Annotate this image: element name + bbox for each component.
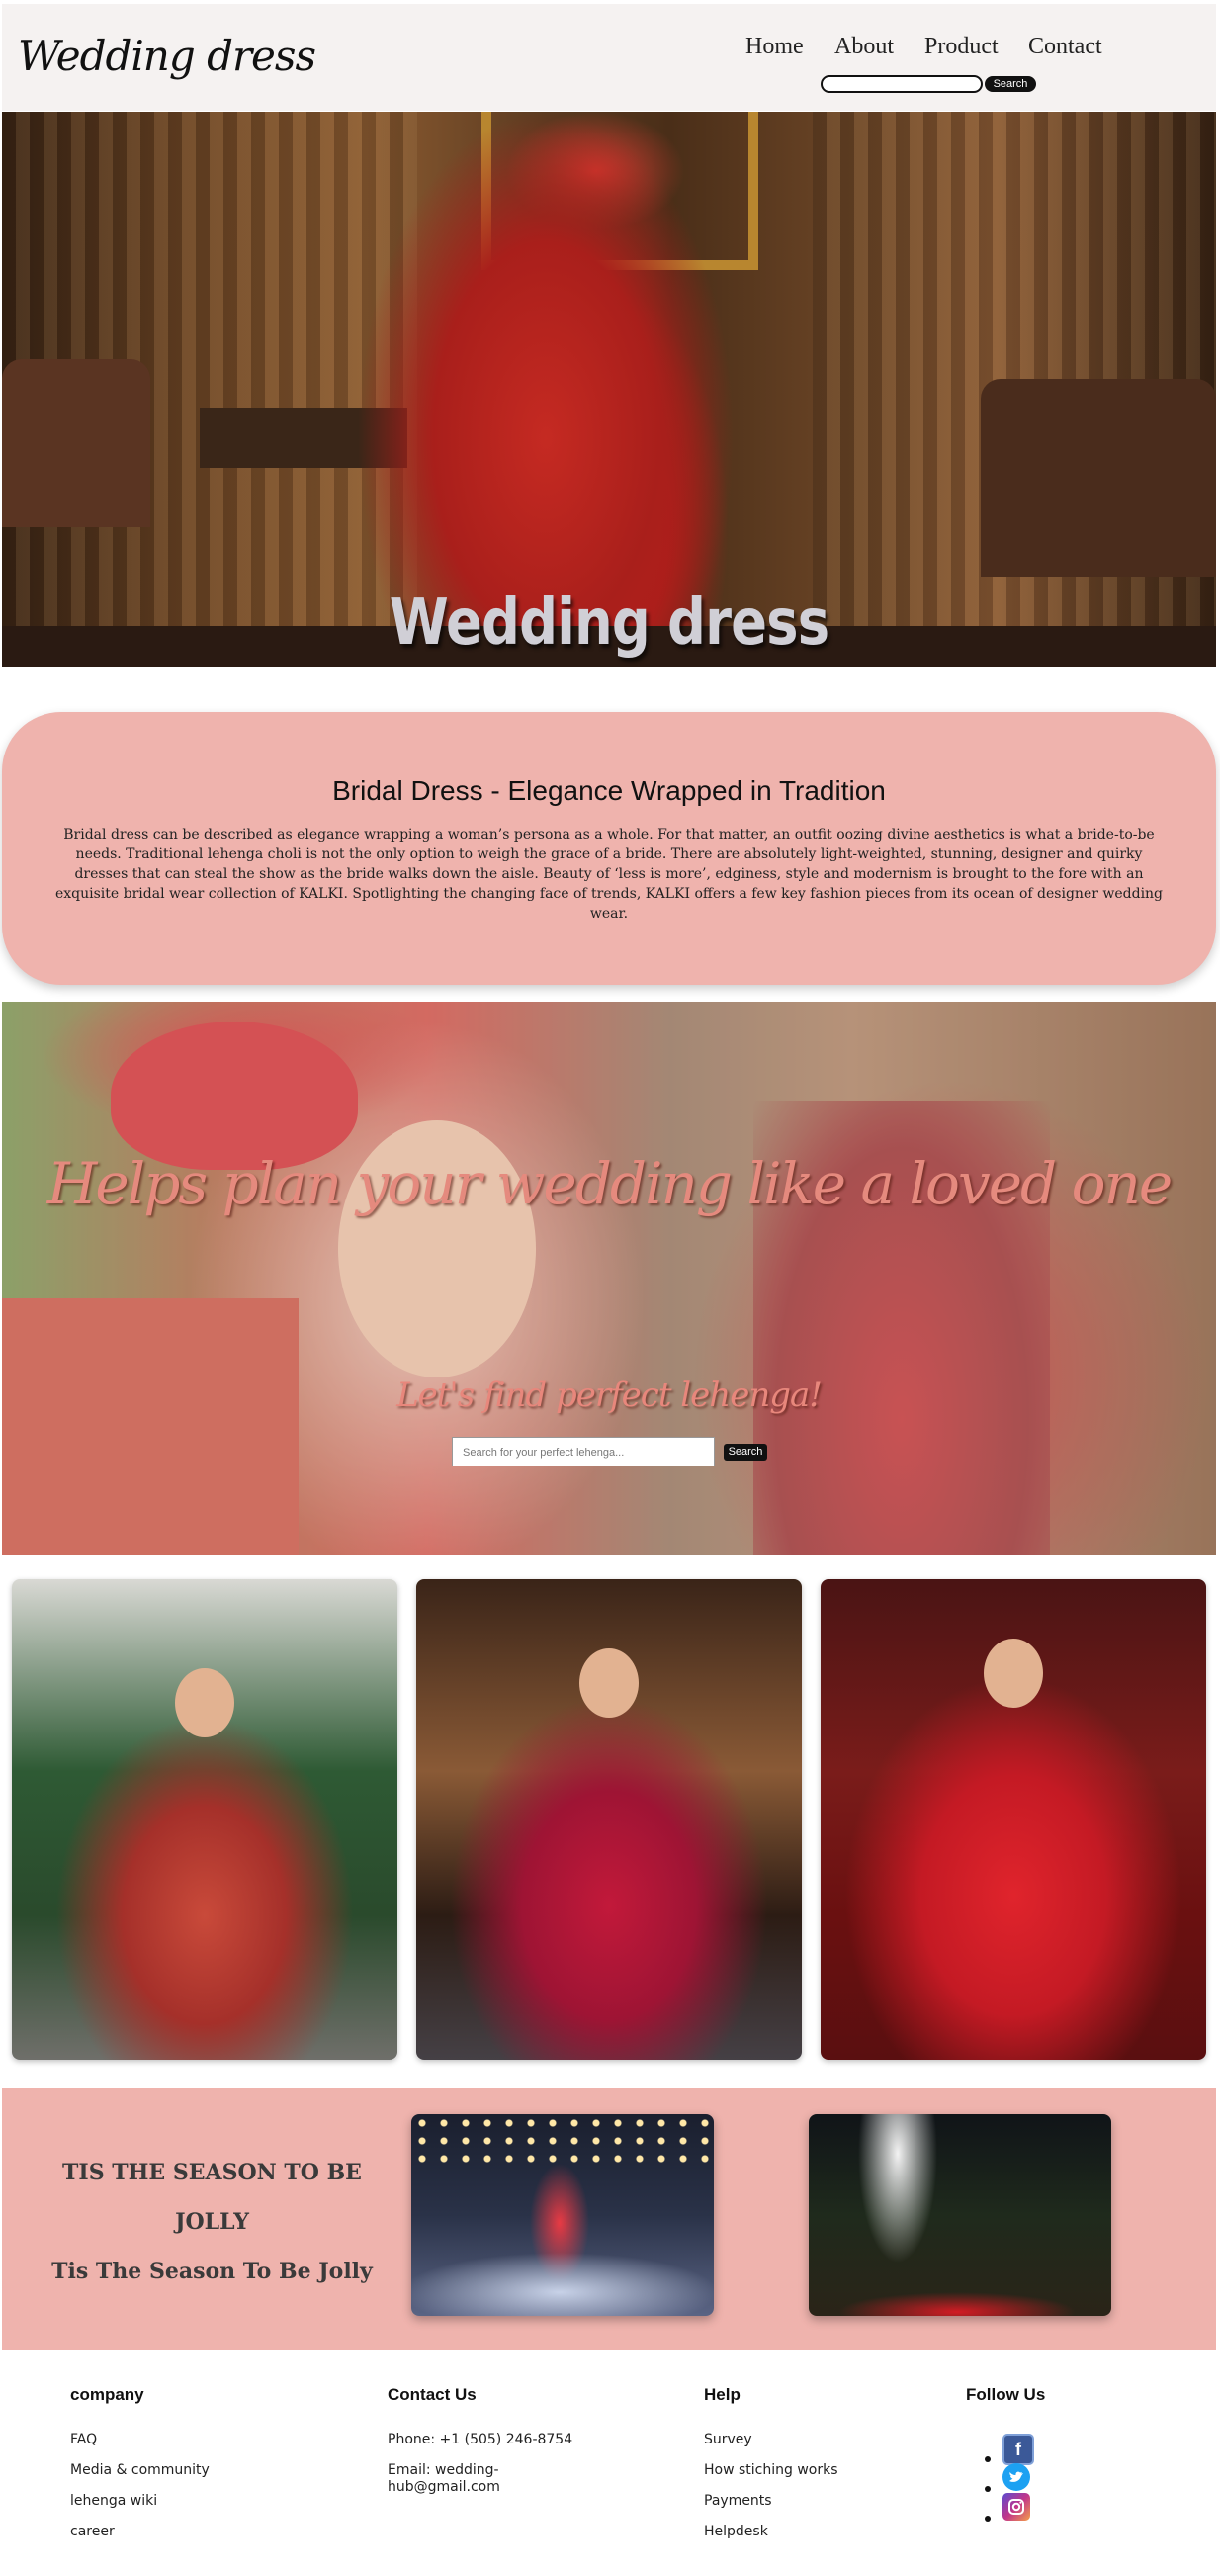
nav-home[interactable]: Home (745, 34, 804, 60)
list-bullet (985, 2456, 991, 2462)
footer-company-heading: company (70, 2385, 144, 2404)
lehenga-search-input[interactable]: Search for your perfect lehenga... (452, 1437, 715, 1466)
footer-link-wiki[interactable]: lehenga wiki (70, 2493, 157, 2509)
banner-overlay (2, 1002, 1216, 1555)
lehenga-photo-3[interactable] (821, 1579, 1206, 2060)
hero-chair-right (981, 379, 1216, 577)
footer-link-payments[interactable]: Payments (704, 2493, 772, 2509)
footer-link-faq[interactable]: FAQ (70, 2432, 97, 2447)
footer-contact-heading: Contact Us (388, 2385, 477, 2404)
season-heading: TIS THE SEASON TO BE JOLLY Tis The Seaso… (22, 2148, 402, 2296)
bridal-description: Bridal dress can be described as eleganc… (54, 827, 1164, 922)
footer-help-heading: Help (704, 2385, 741, 2404)
hero-bridal-dress-image (358, 112, 734, 667)
season-line-1: TIS THE SEASON TO BE JOLLY (62, 2160, 362, 2235)
list-bullet (985, 2516, 991, 2522)
instagram-icon[interactable] (1002, 2493, 1030, 2521)
hero-chair-left (2, 359, 150, 527)
footer-follow-heading: Follow Us (966, 2385, 1046, 2404)
nav-contact[interactable]: Contact (1028, 34, 1102, 60)
couple-dance-photo[interactable] (411, 2114, 714, 2316)
nav-product[interactable]: Product (924, 34, 999, 60)
footer-link-helpdesk[interactable]: Helpdesk (704, 2524, 768, 2539)
bride-face (579, 1648, 639, 1718)
footer-link-survey[interactable]: Survey (704, 2432, 752, 2447)
footer-link-career[interactable]: career (70, 2524, 115, 2539)
facebook-icon[interactable]: f (1002, 2434, 1034, 2465)
site-header: Wedding dress Home About Product Contact… (2, 4, 1216, 111)
header-search-input[interactable] (821, 75, 983, 93)
hero-banner: Wedding dress (2, 112, 1216, 667)
plan-subtitle: Let's find perfect lehenga! (396, 1376, 823, 1415)
bride-face (984, 1639, 1043, 1708)
hero-title: Wedding dress (389, 586, 829, 660)
bridal-title: Bridal Dress - Elegance Wrapped in Tradi… (332, 775, 886, 806)
lehenga-photo-1[interactable] (12, 1579, 397, 2060)
string-lights (411, 2114, 714, 2164)
footer-link-media[interactable]: Media & community (70, 2462, 210, 2478)
twitter-icon[interactable] (1002, 2463, 1030, 2491)
bride-face (175, 1668, 234, 1737)
footer-email[interactable]: Email: wedding-hub@gmail.com (388, 2462, 546, 2496)
wedding-plan-banner: Helps plan your wedding like a loved one… (2, 1002, 1216, 1555)
season-section: TIS THE SEASON TO BE JOLLY Tis The Seaso… (2, 2088, 1216, 2350)
list-bullet (985, 2486, 991, 2492)
plan-title: Helps plan your wedding like a loved one (46, 1150, 1173, 1217)
season-line-2: Tis The Season To Be Jolly (51, 2259, 373, 2284)
lehenga-photo-2[interactable] (416, 1579, 802, 2060)
couple-fireworks-photo[interactable] (809, 2114, 1111, 2316)
header-search-button[interactable]: Search (985, 76, 1036, 92)
site-logo[interactable]: Wedding dress (18, 32, 316, 80)
nav-about[interactable]: About (834, 34, 894, 60)
footer-phone: Phone: +1 (505) 246-8754 (388, 2432, 573, 2447)
lehenga-search-button[interactable]: Search (724, 1444, 767, 1461)
bridal-dress-section: Bridal Dress - Elegance Wrapped in Tradi… (2, 712, 1216, 985)
footer-link-stitching[interactable]: How stiching works (704, 2462, 838, 2478)
